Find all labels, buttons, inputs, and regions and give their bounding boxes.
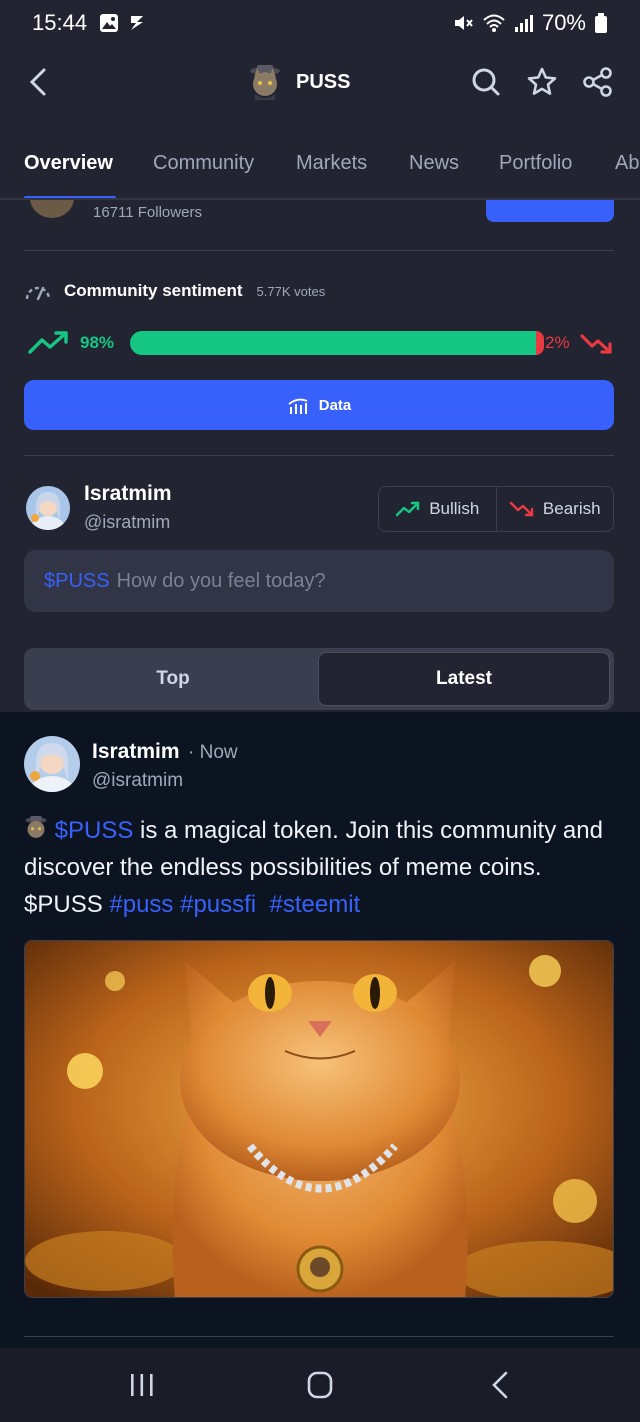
coin-name: PUSS: [296, 70, 351, 93]
divider: [24, 250, 614, 251]
hashtag-puss[interactable]: #puss: [109, 891, 173, 918]
status-bar: 15:44 70%: [0, 0, 640, 46]
post-avatar[interactable]: [24, 736, 80, 792]
battery-icon: [595, 13, 607, 33]
post-input[interactable]: $PUSS How do you feel today?: [24, 550, 614, 612]
gauge-icon: [25, 286, 51, 301]
battery-percent: 70%: [541, 10, 586, 35]
composer-user-handle: @isratmim: [84, 512, 171, 532]
bullish-button[interactable]: Bullish: [379, 487, 496, 531]
chart-icon: [288, 398, 308, 414]
followers-row: 16711 Followers: [0, 200, 640, 230]
followers-count: 16711 Followers: [93, 204, 202, 221]
post-user-handle: @isratmim: [92, 770, 184, 791]
sentiment-track: [130, 331, 544, 355]
data-button-label: Data: [318, 396, 352, 414]
bearish-percent: 2%: [545, 333, 570, 352]
composer-user: Isratmim @isratmim Bullish Bearish: [24, 482, 614, 538]
bearish-fill: [536, 331, 544, 355]
divider: [24, 455, 614, 456]
hashtag-pussfi[interactable]: #pussfi: [180, 891, 256, 918]
sentiment-bar: 98% 2%: [24, 328, 614, 358]
divider: [24, 1336, 614, 1337]
trend-up-icon: [28, 331, 68, 354]
puss-logo-icon: [250, 65, 280, 100]
puss-logo-icon: [25, 816, 47, 838]
back-arrow-icon[interactable]: [24, 64, 56, 100]
tab-bar: Overview Community Markets News Portfoli…: [0, 140, 640, 200]
bullish-percent: 98%: [80, 333, 115, 352]
home-icon[interactable]: [300, 1370, 340, 1400]
tab-overview[interactable]: Overview: [24, 152, 113, 175]
wifi-icon: [483, 14, 505, 32]
trend-up-icon: [396, 501, 420, 517]
coin-title: PUSS: [248, 64, 350, 100]
feed: Isratmim · Now @isratmim $PUSS is a magi…: [0, 712, 640, 1348]
system-nav-bar: [0, 1348, 640, 1422]
bearish-label: Bearish: [542, 499, 601, 518]
sentiment-title: Community sentiment: [64, 281, 243, 300]
trend-down-icon: [509, 501, 534, 517]
bullish-fill: [130, 331, 536, 355]
input-ticker: $PUSS: [44, 569, 110, 592]
follow-button[interactable]: [486, 200, 614, 222]
post-time: · Now: [188, 742, 238, 763]
community-avatar: [30, 200, 74, 218]
input-placeholder: How do you feel today?: [116, 569, 326, 592]
tab-about[interactable]: Ab: [615, 152, 639, 175]
signal-icon: [514, 15, 533, 32]
sentiment-vote-group: Bullish Bearish: [378, 486, 614, 532]
bullish-label: Bullish: [429, 499, 480, 518]
star-icon[interactable]: [526, 66, 558, 98]
sort-top[interactable]: Top: [28, 652, 318, 706]
sentiment-votes: 5.77K votes: [256, 283, 326, 299]
sort-latest[interactable]: Latest: [318, 652, 610, 706]
tab-community[interactable]: Community: [153, 152, 254, 175]
sentiment-header: Community sentiment 5.77K votes: [24, 280, 325, 302]
mute-icon: [454, 16, 473, 30]
top-bar: PUSS: [0, 46, 640, 120]
tab-portfolio[interactable]: Portfolio: [499, 152, 572, 175]
share-icon[interactable]: [582, 66, 614, 98]
status-time: 15:44: [32, 10, 88, 35]
tab-markets[interactable]: Markets: [296, 152, 367, 175]
data-button[interactable]: Data: [24, 380, 614, 430]
bearish-button[interactable]: Bearish: [495, 487, 614, 531]
hashtag-steemit[interactable]: #steemit: [269, 891, 360, 918]
search-icon[interactable]: [470, 66, 502, 98]
post-text: $PUSS is a magical token. Join this comm…: [24, 812, 624, 923]
trend-down-icon: [580, 334, 612, 354]
post-user-name[interactable]: Isratmim: [92, 740, 180, 764]
back-icon[interactable]: [480, 1370, 520, 1400]
sort-toggle: Top Latest: [24, 648, 614, 710]
post-image[interactable]: [24, 940, 614, 1298]
recent-apps-icon[interactable]: [122, 1370, 162, 1400]
composer-user-name: Isratmim: [84, 482, 172, 505]
s-app-icon: [131, 16, 144, 30]
tab-news[interactable]: News: [409, 152, 459, 175]
user-avatar: [26, 486, 70, 530]
gallery-icon: [100, 14, 119, 32]
post-ticker[interactable]: $PUSS: [55, 817, 134, 844]
